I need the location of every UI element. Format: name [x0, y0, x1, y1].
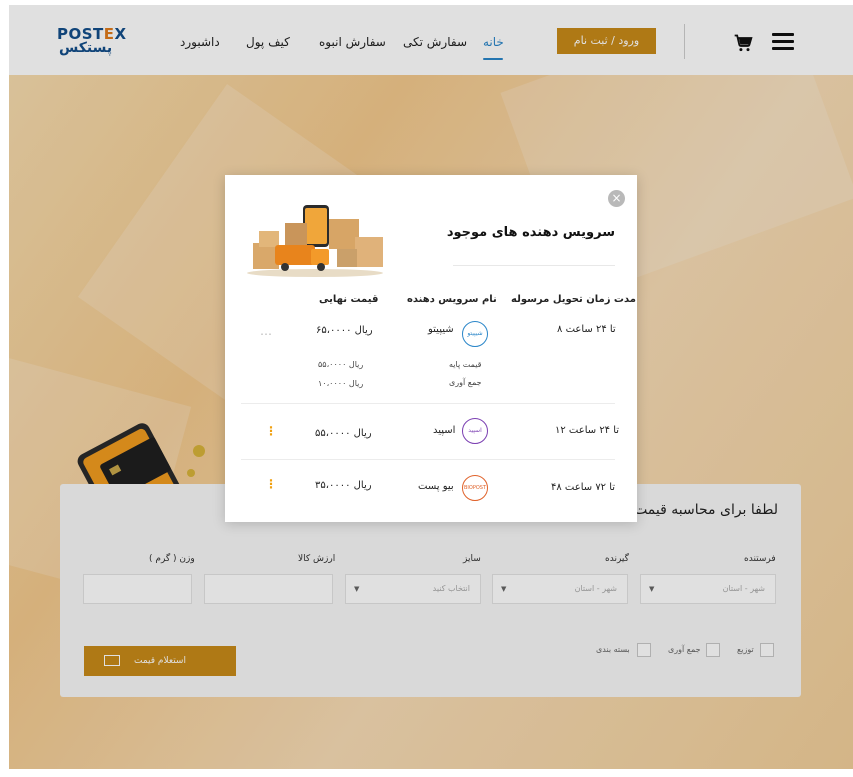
modal-title: سرویس دهنده های موجود	[446, 225, 615, 240]
delivery-time: ۴۸ تا ۷۲ ساعت	[551, 482, 616, 493]
more-options-icon[interactable]: …	[260, 325, 272, 337]
detail-value: ۵۵،۰۰۰۰ ریال	[318, 360, 364, 369]
detail-value: ۱۰،۰۰۰۰ ریال	[318, 379, 364, 388]
provider-name[interactable]: بیو پست	[418, 481, 454, 492]
col-header-delivery-time: مدت زمان تحویل مرسوله	[511, 294, 636, 305]
final-price: ۳۵،۰۰۰۰ ریال	[315, 480, 372, 491]
row-divider	[241, 459, 615, 460]
speed-logo-icon: اسپید	[462, 418, 488, 444]
title-divider	[453, 265, 615, 266]
biopost-logo-icon: BIOPOST	[462, 475, 488, 501]
detail-label: قیمت پایه	[449, 360, 482, 369]
kebab-menu-icon[interactable]: ⋮	[265, 425, 277, 437]
provider-name[interactable]: شیپیتو	[428, 324, 454, 335]
delivery-time: ۸ تا ۲۴ ساعت	[557, 324, 616, 335]
delivery-boxes-illustration	[247, 205, 383, 277]
page-frame: POSTEX پستکس داشبورد کیف پول سفارش انبوه…	[9, 5, 853, 769]
provider-name[interactable]: اسپید	[433, 425, 455, 436]
delivery-time: ۱۲ تا ۲۴ ساعت	[555, 425, 620, 436]
providers-modal: × سرویس دهنده های موجود مدت زمان تحویل م…	[225, 175, 637, 522]
final-price: ۵۵،۰۰۰۰ ریال	[315, 428, 372, 439]
col-header-final-price: قیمت نهایی	[319, 294, 379, 305]
col-header-provider: نام سرویس دهنده	[407, 294, 497, 305]
close-icon[interactable]: ×	[608, 190, 625, 207]
row-divider	[241, 403, 615, 404]
final-price: ۶۵،۰۰۰۰ ریال	[316, 325, 373, 336]
detail-label: جمع آوری	[449, 378, 482, 387]
kebab-menu-icon[interactable]: ⋮	[265, 478, 277, 490]
shipito-logo-icon: شیپیتو	[462, 321, 488, 347]
